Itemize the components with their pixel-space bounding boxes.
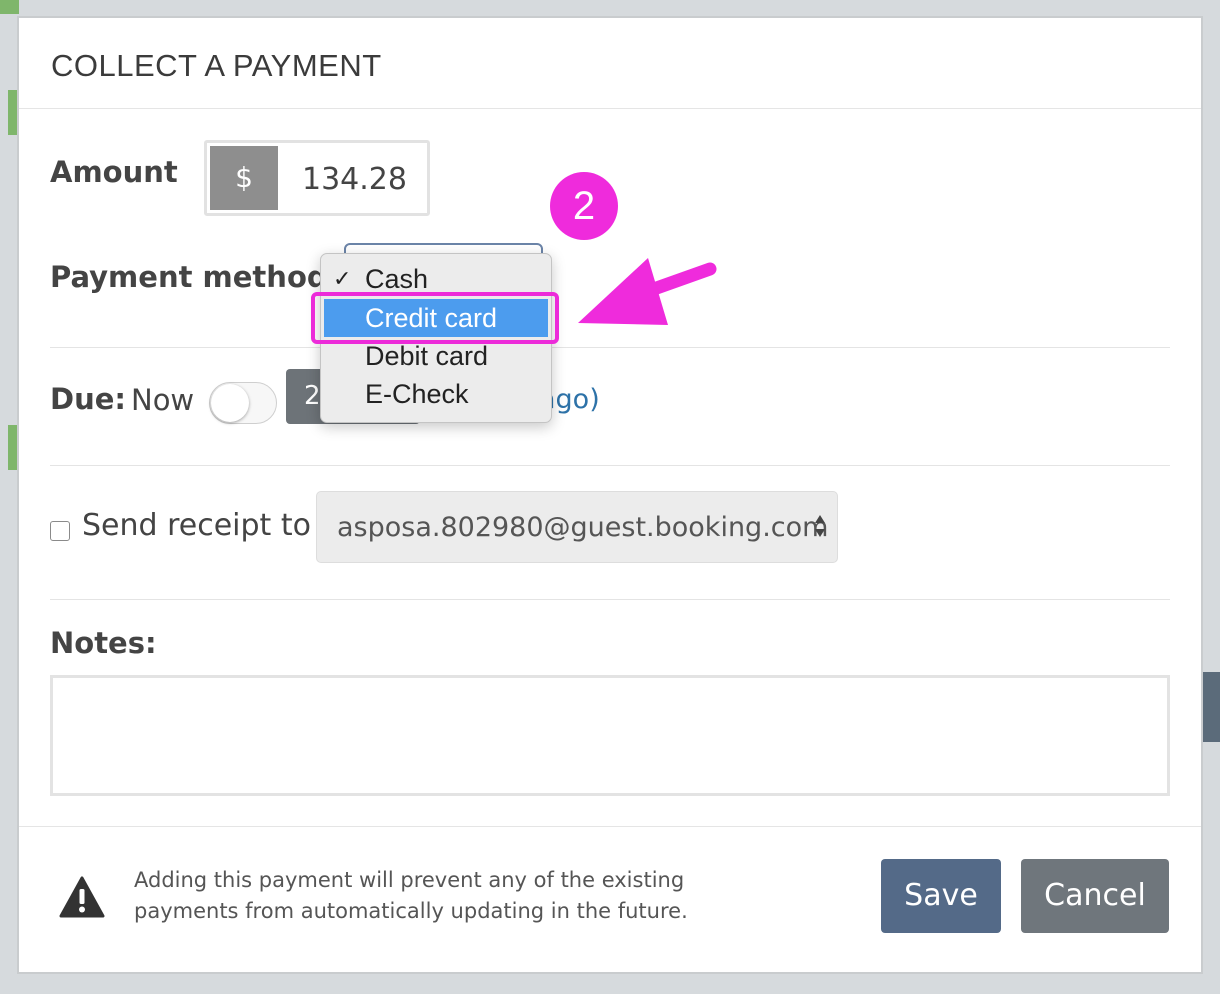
- divider: [50, 599, 1170, 600]
- due-now-toggle[interactable]: [209, 382, 277, 424]
- payment-method-label: Payment method: [50, 260, 328, 294]
- modal-header: COLLECT A PAYMENT: [19, 18, 1201, 109]
- due-now-label: Now: [131, 383, 195, 417]
- background-panel-fragment: [1201, 672, 1220, 742]
- warning-message: Adding this payment will prevent any of …: [134, 868, 688, 923]
- amount-input-group: $: [204, 140, 430, 216]
- notes-textarea[interactable]: [50, 675, 1170, 796]
- annotation-highlight-box: [311, 292, 559, 344]
- dropdown-option-label: E-Check: [365, 379, 469, 409]
- cancel-button[interactable]: Cancel: [1021, 859, 1169, 933]
- toggle-knob: [211, 384, 249, 422]
- send-receipt-label: Send receipt to: [82, 508, 311, 543]
- modal-title: COLLECT A PAYMENT: [51, 48, 382, 83]
- select-arrows-icon: [815, 515, 825, 537]
- divider: [50, 347, 1170, 348]
- warning-icon: [59, 876, 105, 918]
- receipt-email-select[interactable]: asposa.802980@guest.booking.com: [316, 491, 838, 563]
- divider: [50, 465, 1170, 466]
- annotation-step-badge: 2: [550, 172, 618, 240]
- modal-footer: Adding this payment will prevent any of …: [19, 826, 1201, 973]
- save-button[interactable]: Save: [881, 859, 1001, 933]
- collect-payment-modal: COLLECT A PAYMENT Amount $ Payment metho…: [19, 18, 1201, 972]
- arrow-icon: [578, 258, 717, 325]
- background-map-fragment: [8, 425, 19, 470]
- amount-label: Amount: [50, 155, 178, 189]
- receipt-email-value: asposa.802980@guest.booking.com: [337, 512, 829, 543]
- due-label: Due:: [50, 382, 126, 416]
- send-receipt-checkbox[interactable]: [50, 521, 70, 541]
- background-map-fragment: [8, 90, 19, 135]
- currency-addon: $: [210, 146, 278, 210]
- background-map-fragment: [0, 0, 19, 14]
- amount-input[interactable]: [285, 151, 424, 207]
- dropdown-option-e-check[interactable]: E-Check: [321, 375, 551, 413]
- notes-label: Notes:: [50, 626, 157, 660]
